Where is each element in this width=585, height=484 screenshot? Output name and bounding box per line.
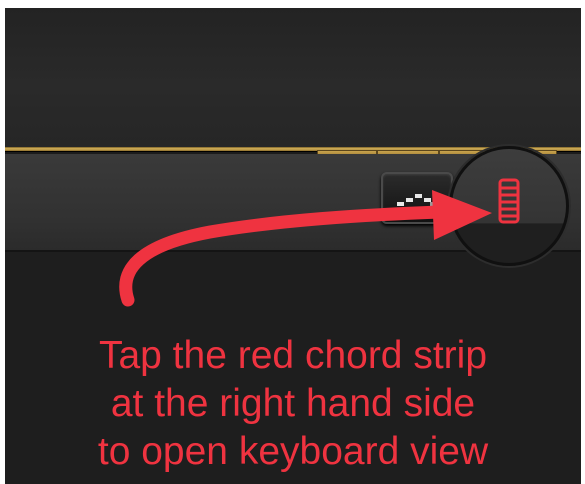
instruction-line: at the right hand side <box>110 382 476 425</box>
instruction-line: Tap the red chord strip <box>98 334 488 377</box>
arpeggiator-icon <box>397 194 437 206</box>
instruction-line: to open keyboard view <box>97 430 489 473</box>
instrument-top-panel <box>5 8 581 148</box>
chord-strip-icon[interactable] <box>497 178 521 224</box>
arpeggiator-button[interactable] <box>381 172 453 224</box>
instruction-caption: Tap the red chord strip at the right han… <box>5 332 581 476</box>
